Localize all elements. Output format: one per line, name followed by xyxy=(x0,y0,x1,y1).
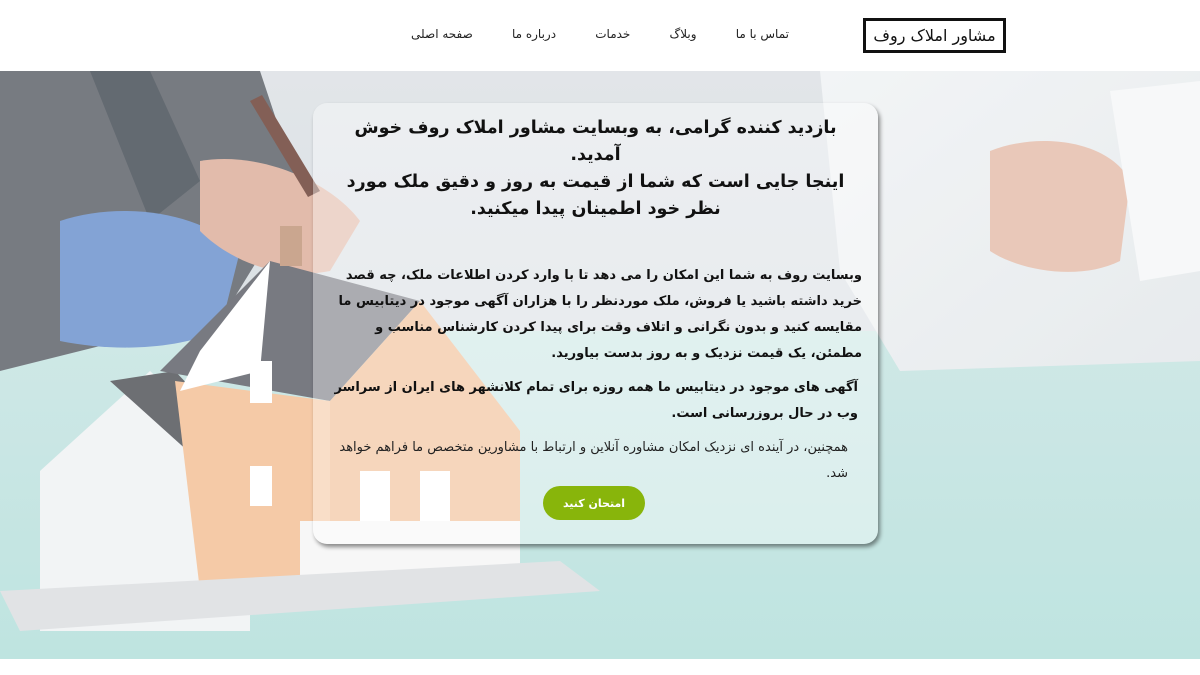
nav-services[interactable]: خدمات xyxy=(589,23,636,45)
welcome-card: بازدید کننده گرامی، به وبسایت مشاور املا… xyxy=(313,103,878,544)
hero-section: بازدید کننده گرامی، به وبسایت مشاور املا… xyxy=(0,71,1200,659)
nav-contact[interactable]: تماس با ما xyxy=(730,23,795,45)
try-it-button[interactable]: امتحان کنید xyxy=(543,486,645,520)
site-logo[interactable]: مشاور املاک روف xyxy=(863,18,1006,53)
database-paragraph: آگهی های موجود در دیتابیس ما همه روزه بر… xyxy=(334,380,858,421)
future-paragraph: همچنین، در آینده ای نزدیک امکان مشاوره آ… xyxy=(339,440,848,481)
site-header: مشاور املاک روف صفحه اصلی درباره ما خدما… xyxy=(0,0,1200,71)
welcome-headline-1: بازدید کننده گرامی، به وبسایت مشاور املا… xyxy=(354,118,837,165)
welcome-headline-2: اینجا جایی است که شما از قیمت به روز و د… xyxy=(346,172,845,219)
nav-blog[interactable]: وبلاگ xyxy=(664,23,703,45)
nav-home[interactable]: صفحه اصلی xyxy=(405,23,479,45)
intro-paragraph: وبسایت روف به شما این امکان را می دهد تا… xyxy=(338,268,862,361)
main-nav: صفحه اصلی درباره ما خدمات وبلاگ تماس با … xyxy=(405,22,795,46)
nav-about[interactable]: درباره ما xyxy=(506,23,562,45)
page-bottom-strip xyxy=(0,659,1200,675)
